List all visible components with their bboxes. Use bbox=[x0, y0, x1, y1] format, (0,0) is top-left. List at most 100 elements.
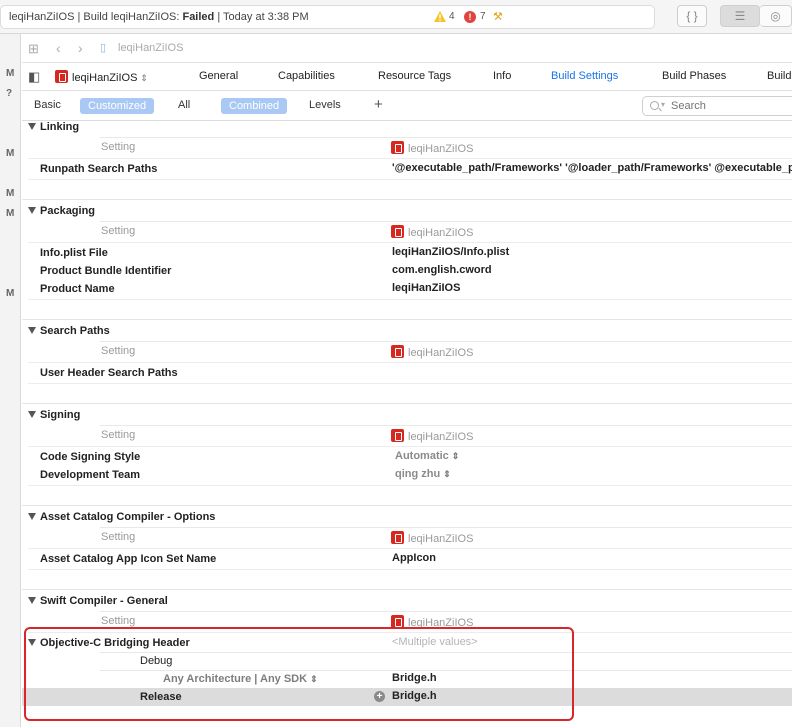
column-header-setting: Setting bbox=[101, 225, 136, 237]
related-items-icon[interactable]: ⊞ bbox=[28, 41, 39, 57]
column-header-target: leqiHanZiIOS bbox=[391, 345, 473, 359]
section-linking[interactable]: Linking bbox=[28, 121, 79, 133]
tab-build-phases[interactable]: Build Phases bbox=[662, 70, 726, 82]
add-setting-button[interactable]: + bbox=[374, 96, 383, 113]
section-swift-compiler[interactable]: Swift Compiler - General bbox=[28, 595, 168, 607]
target-app-icon bbox=[391, 225, 404, 238]
warning-count[interactable]: 4 bbox=[449, 11, 455, 22]
project-file-icon: ▯ bbox=[100, 42, 107, 54]
section-packaging[interactable]: Packaging bbox=[28, 205, 95, 217]
target-selector[interactable]: leqiHanZiIOS ⇕ bbox=[55, 70, 148, 84]
setting-product-name-value[interactable]: leqiHanZiIOS bbox=[392, 282, 460, 294]
gutter-mark: M bbox=[6, 188, 15, 199]
target-name: leqiHanZiIOS bbox=[72, 72, 138, 84]
gutter-mark: M bbox=[6, 68, 15, 79]
setting-runpath[interactable]: Runpath Search Paths bbox=[40, 163, 157, 175]
annotation-highlight-box bbox=[24, 627, 574, 721]
back-icon[interactable]: ‹ bbox=[56, 40, 61, 56]
build-settings-list: Linking Setting leqiHanZiIOS Runpath Sea… bbox=[22, 121, 792, 727]
divider bbox=[100, 527, 792, 528]
section-divider bbox=[22, 505, 792, 506]
sidebar-toggle-icon[interactable]: ◧ bbox=[28, 69, 40, 85]
filter-basic[interactable]: Basic bbox=[34, 99, 61, 111]
hammer-icon[interactable]: ⚒ bbox=[493, 10, 503, 23]
tab-resource-tags[interactable]: Resource Tags bbox=[378, 70, 451, 82]
section-asset-catalog[interactable]: Asset Catalog Compiler - Options bbox=[28, 511, 215, 523]
filter-customized[interactable]: Customized bbox=[80, 98, 155, 114]
error-count[interactable]: 7 bbox=[480, 11, 486, 22]
column-header-target: leqiHanZiIOS bbox=[391, 429, 473, 443]
target-app-icon bbox=[391, 345, 404, 358]
section-title: Packaging bbox=[40, 205, 96, 217]
divider bbox=[28, 179, 792, 180]
chevron-updown-icon: ⇕ bbox=[451, 451, 460, 461]
chevron-down-icon: ▾ bbox=[661, 100, 666, 109]
setting-product-name[interactable]: Product Name bbox=[40, 283, 115, 295]
code-review-button[interactable]: { } bbox=[677, 5, 707, 27]
search-field[interactable]: ▾ bbox=[642, 96, 792, 116]
chevron-updown-icon: ⇕ bbox=[443, 469, 451, 479]
search-input[interactable] bbox=[671, 100, 791, 112]
setting-app-icon[interactable]: Asset Catalog App Icon Set Name bbox=[40, 553, 216, 565]
setting-infoplist-value[interactable]: leqiHanZiIOS/Info.plist bbox=[392, 246, 509, 258]
disclosure-triangle-icon bbox=[28, 327, 36, 334]
divider bbox=[28, 158, 792, 159]
setting-infoplist[interactable]: Info.plist File bbox=[40, 247, 108, 259]
tab-capabilities[interactable]: Capabilities bbox=[278, 70, 335, 82]
disclosure-triangle-icon bbox=[28, 513, 36, 520]
gutter-mark: ? bbox=[6, 88, 13, 99]
error-icon[interactable]: ! bbox=[464, 11, 476, 23]
gutter-mark: M bbox=[6, 208, 15, 219]
setting-code-signing-style[interactable]: Code Signing Style bbox=[40, 451, 140, 463]
section-divider bbox=[22, 403, 792, 404]
assistant-editor-button[interactable]: ◎ bbox=[760, 5, 792, 27]
disclosure-triangle-icon bbox=[28, 411, 36, 418]
divider bbox=[28, 485, 792, 486]
tab-build-rules[interactable]: Build Rules bbox=[767, 70, 792, 82]
setting-bundle-id-value[interactable]: com.english.cword bbox=[392, 264, 492, 276]
tab-info[interactable]: Info bbox=[493, 70, 511, 82]
column-header-setting: Setting bbox=[101, 531, 136, 543]
section-title: Swift Compiler - General bbox=[40, 595, 168, 607]
divider bbox=[28, 383, 792, 384]
setting-bundle-id[interactable]: Product Bundle Identifier bbox=[40, 265, 171, 277]
setting-code-signing-style-value[interactable]: Automatic ⇕ bbox=[395, 450, 459, 462]
filter-combined[interactable]: Combined bbox=[221, 98, 288, 114]
section-search-paths[interactable]: Search Paths bbox=[28, 325, 110, 337]
standard-editor-button[interactable]: ☰ bbox=[720, 5, 760, 27]
filter-levels[interactable]: Levels bbox=[309, 99, 341, 111]
filter-all[interactable]: All bbox=[178, 99, 190, 111]
build-status-text: leqiHanZiIOS | Build leqiHanZiIOS: Faile… bbox=[9, 11, 309, 23]
setting-runpath-value[interactable]: '@executable_path/Frameworks' '@loader_p… bbox=[392, 162, 792, 174]
divider bbox=[100, 425, 792, 426]
warning-icon[interactable] bbox=[434, 11, 446, 22]
title-bar: leqiHanZiIOS | Build leqiHanZiIOS: Faile… bbox=[0, 0, 792, 34]
section-title: Linking bbox=[40, 121, 80, 133]
setting-development-team[interactable]: Development Team bbox=[40, 469, 140, 481]
setting-development-team-value[interactable]: qing zhu ⇕ bbox=[395, 468, 451, 480]
chevron-updown-icon: ⇕ bbox=[140, 73, 148, 83]
column-header-target: leqiHanZiIOS bbox=[391, 225, 473, 239]
divider bbox=[100, 137, 792, 138]
search-icon bbox=[650, 101, 659, 110]
setting-app-icon-value[interactable]: AppIcon bbox=[392, 552, 436, 564]
tab-build-settings[interactable]: Build Settings bbox=[551, 70, 618, 82]
disclosure-triangle-icon bbox=[28, 597, 36, 604]
section-signing[interactable]: Signing bbox=[28, 409, 80, 421]
tab-general[interactable]: General bbox=[199, 70, 238, 82]
forward-icon[interactable]: › bbox=[78, 40, 83, 56]
jumpbar-file[interactable]: leqiHanZiIOS bbox=[118, 42, 183, 54]
activity-status[interactable]: leqiHanZiIOS | Build leqiHanZiIOS: Faile… bbox=[0, 5, 655, 29]
status-build-prefix: Build leqiHanZiIOS: bbox=[83, 11, 180, 23]
section-divider bbox=[22, 199, 792, 200]
section-divider bbox=[22, 589, 792, 590]
target-app-icon bbox=[391, 141, 404, 154]
section-title: Signing bbox=[40, 409, 81, 421]
setting-user-header-search[interactable]: User Header Search Paths bbox=[40, 367, 178, 379]
column-header-target: leqiHanZiIOS bbox=[391, 531, 473, 545]
column-header-setting: Setting bbox=[101, 345, 136, 357]
filter-bar: Basic Customized All Combined Levels + ▾ bbox=[22, 91, 792, 121]
divider bbox=[28, 569, 792, 570]
status-project: leqiHanZiIOS bbox=[9, 11, 75, 23]
gutter-mark: M bbox=[6, 288, 15, 299]
